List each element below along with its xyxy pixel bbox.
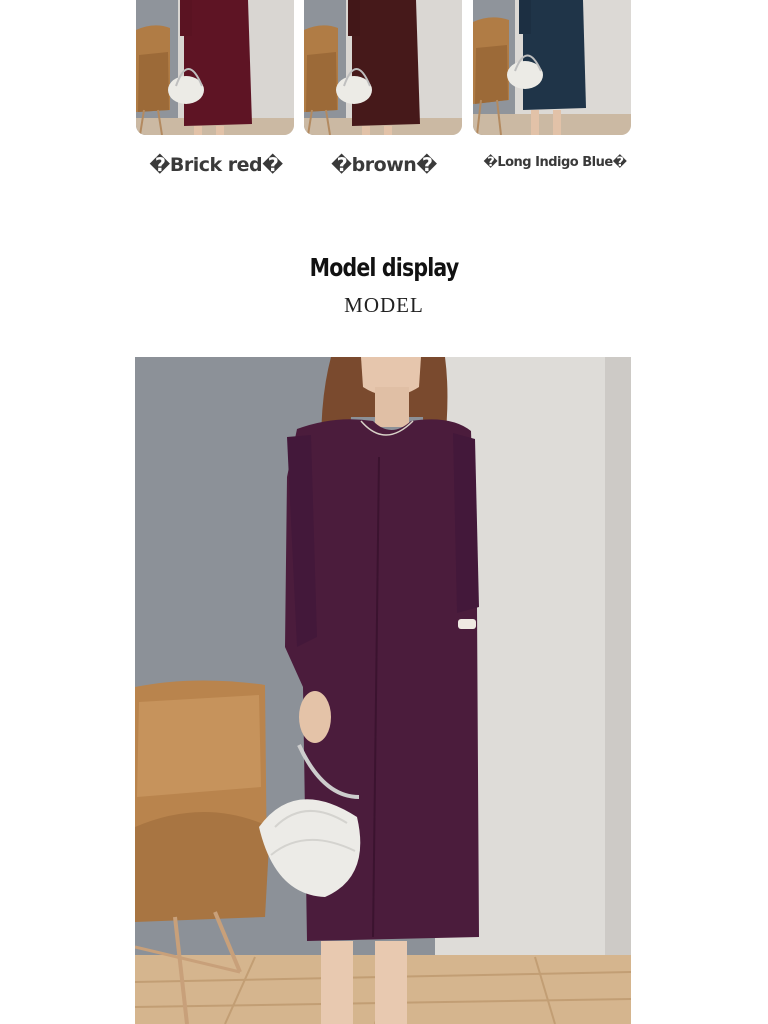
swatch-label-brick-red: �Brick red� (149, 154, 283, 176)
section-title: Model display (309, 253, 460, 282)
swatch-label-brown: �brown� (331, 154, 437, 176)
swatch-long-indigo-blue-image (473, 0, 631, 135)
model-photo (135, 357, 631, 1024)
section-subtitle: MODEL (344, 293, 424, 317)
swatch-brown-image (304, 0, 462, 135)
swatch-long-indigo-blue[interactable] (473, 0, 631, 135)
swatch-label-long-indigo-blue: �Long Indigo Blue� (483, 155, 627, 170)
swatch-brown[interactable] (304, 0, 462, 135)
swatch-brick-red-image (136, 0, 294, 135)
swatch-brick-red[interactable] (136, 0, 294, 135)
